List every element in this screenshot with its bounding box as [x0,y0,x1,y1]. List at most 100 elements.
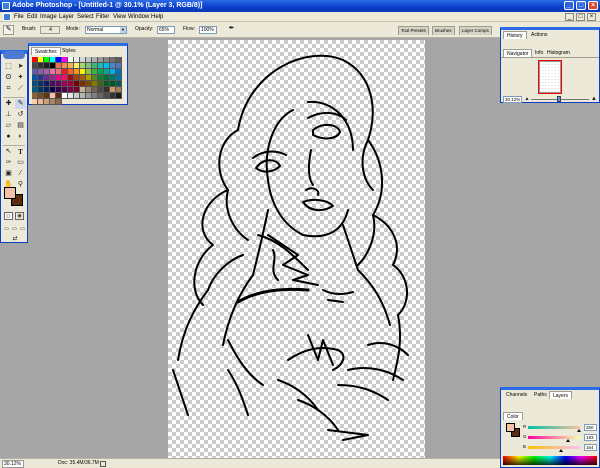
zoom-out-icon[interactable]: ▲ [524,94,530,104]
notes-icon[interactable]: ▣ [3,169,14,179]
crop-icon[interactable]: ⌗ [3,84,14,94]
color-swatch[interactable] [56,99,62,105]
standard-mode-icon[interactable]: ◻ [4,212,13,220]
lasso-icon[interactable]: ʘ [3,73,14,83]
tab-brushes[interactable]: Brushes [432,26,455,35]
document-canvas[interactable] [168,40,425,458]
tab-channels[interactable]: Channels [503,391,530,399]
window-title: Adobe Photoshop - [Untitled-1 @ 30.1% (L… [12,2,203,9]
color-foreground-swatch[interactable] [506,423,515,432]
screen-mode-menu-icon[interactable]: ▭ [11,224,18,234]
channel-b-input[interactable]: 164 [584,444,597,451]
marquee-icon[interactable]: ⬚ [3,62,14,72]
screen-mode-full-icon[interactable]: ▭ [19,224,26,234]
channel-b-knob[interactable] [559,449,564,452]
color-spectrum-bar[interactable] [503,456,597,465]
photoshop-app-icon [2,2,10,10]
zoom-icon[interactable]: ⚲ [15,180,26,190]
channel-g-slider[interactable] [528,436,580,439]
move-icon[interactable]: ➤ [15,62,26,72]
tab-swatches[interactable]: Swatches [31,47,61,55]
navigator-view-box[interactable] [538,60,562,94]
menu-layer[interactable]: Layer [59,13,74,21]
airbrush-icon[interactable]: ✒ [226,25,237,35]
jump-to-imageready-icon[interactable]: ⇄ [9,234,21,244]
gradient-icon[interactable]: ▤ [15,121,26,131]
close-button[interactable]: × [588,1,598,10]
document-icon[interactable] [3,13,11,21]
menu-select[interactable]: Select [77,13,94,21]
doc-minimize-button[interactable]: _ [565,13,574,21]
screen-mode-standard-icon[interactable]: ▭ [3,224,10,234]
navigator-zoom-knob[interactable] [557,96,561,102]
channel-b-value: 164 [586,445,594,450]
channel-r-slider[interactable] [528,426,580,429]
swatches-panel: Swatches Styles [28,43,128,105]
menu-image[interactable]: Image [40,13,57,21]
tab-layers[interactable]: Layers [549,391,573,399]
opacity-label: Opacity: [135,26,154,32]
channel-g-input[interactable]: 193 [584,434,597,441]
chevron-down-icon: ▼ [120,27,126,33]
eraser-icon[interactable]: ▱ [3,121,14,131]
doc-restore-button[interactable]: □ [576,13,585,21]
opacity-input[interactable]: 65% [157,26,175,34]
minimize-button[interactable]: _ [564,1,574,10]
healing-icon[interactable]: ✚ [3,99,14,109]
channel-b-slider[interactable] [528,446,580,449]
menu-file[interactable]: File [14,13,24,21]
adobe-online-icon[interactable] [3,51,25,59]
pen-icon[interactable]: ✑ [3,158,14,168]
doc-close-button[interactable]: × [587,13,596,21]
brush-icon[interactable]: ✎ [15,99,26,109]
tool-divider [3,145,25,146]
path-select-icon[interactable]: ↖ [3,147,14,157]
mode-label: Mode: [66,26,80,32]
menu-view[interactable]: View [113,13,126,21]
menu-filter[interactable]: Filter [96,13,109,21]
status-zoom[interactable]: 30.12% [2,460,24,468]
channel-r-knob[interactable] [576,429,581,432]
dodge-icon[interactable]: ◐ [15,132,26,142]
channel-g-value: 193 [586,435,594,440]
type-icon[interactable]: T [15,147,26,157]
tab-paths[interactable]: Paths [531,391,550,399]
tab-history[interactable]: History [503,31,527,39]
channel-r-input[interactable]: 250 [584,424,597,431]
slice-icon[interactable]: ⟋ [15,84,26,94]
zoom-in-icon[interactable]: ▲ [590,94,598,104]
shape-icon[interactable]: ▭ [15,158,26,168]
menu-help[interactable]: Help [151,13,163,21]
mode-select[interactable]: Normal ▼ [85,26,127,34]
tab-layer-comps[interactable]: Layer Comps [459,26,492,35]
blur-icon[interactable]: ● [3,132,14,142]
flow-value: 100% [201,27,214,33]
tab-color[interactable]: Color [503,412,523,420]
tab-tool-presets[interactable]: Tool Presets [398,26,429,35]
brush-picker[interactable]: 4 [40,26,60,34]
foreground-color-swatch[interactable] [4,187,16,199]
menu-window[interactable]: Window [128,13,149,21]
flow-input[interactable]: 100% [199,26,217,34]
title-bar: Adobe Photoshop - [Untitled-1 @ 30.1% (L… [0,0,600,12]
history-brush-icon[interactable]: ↺ [15,110,26,120]
color-panel: Channels Paths Layers Color R 250 G 193 … [500,387,600,468]
channel-g-knob[interactable] [565,439,570,442]
color-swatch[interactable] [116,93,122,99]
maximize-button[interactable]: □ [576,1,586,10]
menu-edit[interactable]: Edit [27,13,37,21]
tab-histogram[interactable]: Histogram [544,49,573,57]
magic-wand-icon[interactable]: ✦ [15,73,26,83]
eyedropper-icon[interactable]: ⁄ [15,169,26,179]
status-menu-arrow-icon[interactable] [100,461,106,467]
channel-b-label: B [523,444,527,449]
tab-actions[interactable]: Actions [528,31,550,39]
brush-tool-preset-icon[interactable]: ✎ [3,25,14,35]
stamp-icon[interactable]: ⊥ [3,110,14,120]
quick-mask-icon[interactable]: ◉ [15,212,24,220]
navigator-tab-row: Navigator Info Histogram [501,49,599,58]
channel-r-label: R [523,424,527,429]
tab-navigator[interactable]: Navigator [503,49,533,57]
navigator-zoom-input[interactable]: 30.12% [503,96,522,103]
tab-styles[interactable]: Styles [59,47,79,55]
